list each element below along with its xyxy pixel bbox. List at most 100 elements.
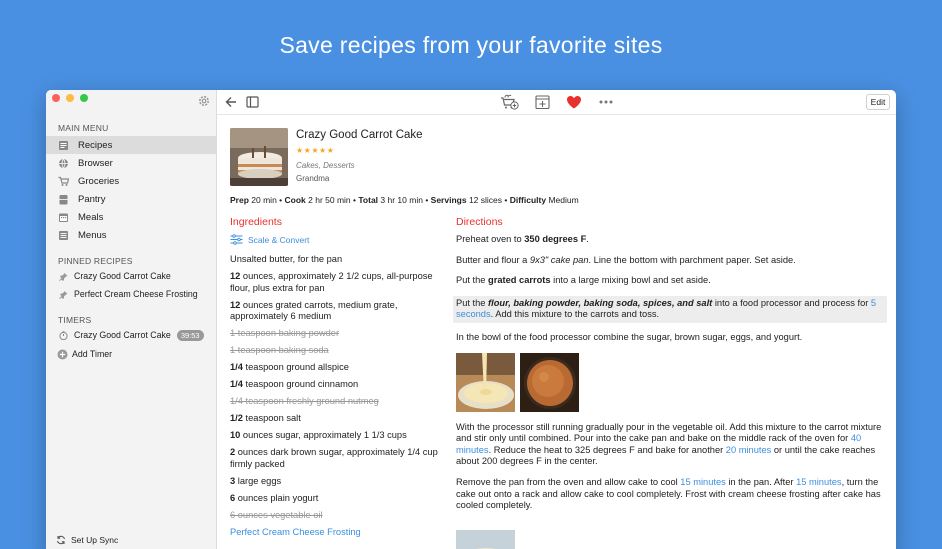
ingredient-item[interactable]: 1/4 teaspoon ground allspice (230, 362, 442, 374)
servings-label: Servings (430, 195, 467, 205)
ingredient-quantity: 12 (230, 270, 241, 281)
edit-button[interactable]: Edit (866, 94, 890, 110)
step-text: into a large mixing bowl and set aside. (550, 275, 711, 286)
direction-step[interactable]: Preheat oven to 350 degrees F. (456, 234, 884, 246)
ingredient-item[interactable]: 3 large eggs (230, 476, 442, 488)
recipes-icon (59, 140, 68, 150)
step-photo-batter[interactable] (456, 352, 515, 412)
direction-step[interactable]: In the bowl of the food processor combin… (456, 332, 884, 344)
sidebar-item-label: Browser (78, 157, 113, 169)
step-text: . (586, 234, 589, 244)
direction-step[interactable]: Butter and flour a 9x3" cake pan. Line t… (456, 255, 884, 267)
close-window-button[interactable] (52, 94, 60, 102)
ingredient-text: ounces grated carrots, medium grate, app… (230, 299, 398, 322)
ingredient-item[interactable]: 6 ounces plain yogurt (230, 493, 442, 505)
direction-step-highlighted[interactable]: Put the flour, baking powder, baking sod… (453, 295, 887, 323)
rating-stars[interactable]: ★★★★★ (296, 146, 334, 155)
main-menu-title: MAIN MENU (58, 123, 109, 133)
scale-convert-button[interactable]: Scale & Convert (230, 234, 309, 245)
ingredient-quantity: 1/2 (230, 413, 243, 424)
back-arrow-icon[interactable] (225, 95, 237, 109)
add-timer-label: Add Timer (72, 349, 113, 359)
sync-icon (56, 535, 66, 545)
ingredient-item[interactable]: Unsalted butter, for the pan (230, 254, 442, 266)
step-text: . Line the bottom with parchment paper. … (588, 254, 796, 265)
direction-step[interactable]: With the processor still running gradual… (456, 422, 884, 468)
ingredient-text: teaspoon salt (242, 413, 301, 424)
difficulty-label: Difficulty (509, 195, 547, 205)
step-text: Put the (456, 297, 489, 308)
recipe-source: Grandma (296, 174, 330, 183)
ingredient-quantity: 1/4 (230, 362, 243, 373)
ingredient-text: 6 ounces vegetable oil (230, 509, 323, 520)
ingredient-text: ounces, approximately 2 1/2 cups, all-pu… (230, 270, 433, 293)
ingredient-item[interactable]: 2 ounces dark brown sugar, approximately… (230, 447, 442, 470)
step-text: in the pan. After (725, 476, 797, 487)
sidebar-toggle-icon[interactable] (246, 95, 259, 109)
sidebar-item-groceries[interactable]: Groceries (46, 172, 216, 190)
step-photo-cooled-cake[interactable] (456, 530, 515, 549)
ingredient-text: ounces dark brown sugar, approximately 1… (230, 447, 438, 469)
scale-convert-label: Scale & Convert (248, 234, 310, 245)
sidebar-item-meals[interactable]: Meals (46, 208, 216, 226)
difficulty-value: Medium (548, 195, 579, 205)
ingredient-item[interactable]: 6 ounces vegetable oil (230, 510, 442, 522)
favorite-heart-icon[interactable] (566, 95, 582, 109)
total-value: 3 hr 10 min (380, 195, 423, 205)
more-options-icon[interactable] (598, 95, 614, 109)
sliders-icon (230, 234, 243, 245)
ingredient-item[interactable]: 12 ounces, approximately 2 1/2 cups, all… (230, 271, 442, 294)
sidebar-item-recipes[interactable]: Recipes (46, 136, 216, 154)
servings-value: 12 slices (468, 195, 503, 205)
ingredient-text: teaspoon ground allspice (242, 362, 349, 373)
direction-step[interactable]: Put the grated carrots into a large mixi… (456, 275, 884, 287)
step-text: Preheat oven to (456, 234, 525, 244)
ingredient-text: 1/4 teaspoon freshly ground nutmeg (230, 396, 379, 407)
minimize-window-button[interactable] (66, 94, 74, 102)
pinned-recipe-item[interactable]: Crazy Good Carrot Cake (46, 268, 216, 284)
prep-label: Prep (230, 195, 249, 205)
ingredient-item[interactable]: 1/2 teaspoon salt (230, 413, 442, 425)
recipe-photo (230, 128, 288, 186)
ingredient-text: 1 teaspoon baking soda (230, 345, 329, 356)
add-to-meal-plan-icon[interactable] (535, 95, 550, 109)
add-timer-button[interactable]: Add Timer (46, 346, 216, 362)
ingredient-text: ounces sugar, approximately 1 1/3 cups (240, 430, 407, 441)
sidebar-item-browser[interactable]: Browser (46, 154, 216, 172)
calendar-icon (59, 213, 68, 222)
pinned-recipe-item[interactable]: Perfect Cream Cheese Frosting (46, 286, 216, 302)
toolbar: Edit (217, 90, 896, 115)
timer-link[interactable]: 15 minutes (680, 477, 725, 487)
set-up-sync-button[interactable]: Set Up Sync (56, 535, 118, 545)
direction-step[interactable]: Remove the pan from the oven and allow c… (456, 477, 884, 512)
timer-link[interactable]: 20 minutes (726, 445, 771, 455)
ingredient-item[interactable]: 1 teaspoon baking powder (230, 328, 442, 340)
ingredient-quantity: 1/4 (230, 379, 243, 390)
sidebar-item-label: Groceries (78, 175, 120, 187)
add-to-groceries-icon[interactable] (500, 93, 519, 111)
pinned-recipe-label: Perfect Cream Cheese Frosting (74, 289, 198, 299)
gear-icon[interactable] (197, 94, 211, 108)
step-text: With the processor still running gradual… (456, 421, 882, 444)
step-photos (456, 352, 884, 412)
ingredient-item[interactable]: 1 teaspoon baking soda (230, 345, 442, 357)
zoom-window-button[interactable] (80, 94, 88, 102)
ingredient-item[interactable]: 10 ounces sugar, approximately 1 1/3 cup… (230, 430, 442, 442)
pin-icon (59, 290, 68, 299)
ingredient-item[interactable]: 1/4 teaspoon freshly ground nutmeg (230, 396, 442, 408)
timer-item[interactable]: Crazy Good Carrot Cake 39:53 (46, 327, 216, 343)
sidebar-item-pantry[interactable]: Pantry (46, 190, 216, 208)
sidebar-item-menus[interactable]: Menus (46, 226, 216, 244)
timer-link[interactable]: 15 minutes (796, 477, 841, 487)
step-text: into a food processor and process for (712, 297, 871, 308)
step-photo-baked-cake[interactable] (520, 352, 579, 412)
ingredient-quantity: 10 (230, 430, 241, 441)
recipe-categories: Cakes, Desserts (296, 161, 355, 170)
recipe-title: Crazy Good Carrot Cake (296, 129, 423, 141)
linked-recipe-ingredient[interactable]: Perfect Cream Cheese Frosting (230, 527, 442, 539)
pinned-recipes-title: PINNED RECIPES (58, 256, 133, 266)
ingredient-item[interactable]: 1/4 teaspoon ground cinnamon (230, 379, 442, 391)
ingredient-item[interactable]: 12 ounces grated carrots, medium grate, … (230, 300, 442, 323)
total-label: Total (358, 195, 379, 205)
pin-icon (59, 272, 68, 281)
